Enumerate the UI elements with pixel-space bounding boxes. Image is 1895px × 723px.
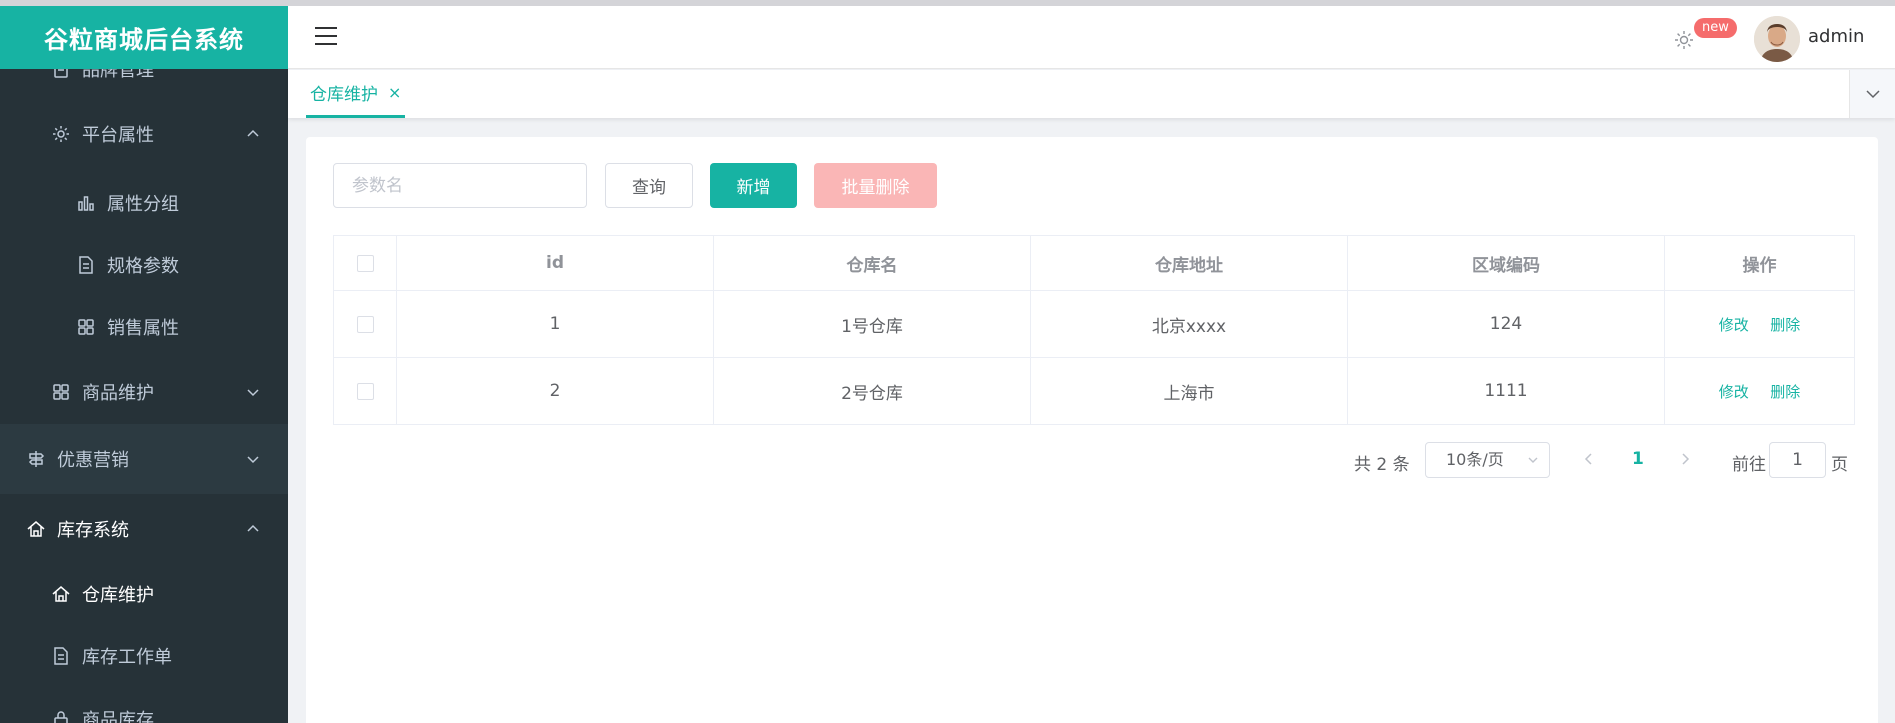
cell-name: 2号仓库 <box>713 357 1031 425</box>
chevron-down-icon <box>1865 90 1880 99</box>
page-size-select[interactable]: 10条/页 <box>1425 442 1550 478</box>
tab-warehouse-maintenance[interactable]: 仓库维护 × <box>306 70 406 118</box>
gear-icon <box>50 123 72 145</box>
sidebar-item-label: 仓库维护 <box>82 585 154 606</box>
sidebar-item-brand-management[interactable]: 品牌管理 <box>0 69 288 89</box>
param-name-search-input[interactable] <box>333 163 587 208</box>
hamburger-menu-icon[interactable] <box>315 27 337 47</box>
column-header-actions: 操作 <box>1664 235 1855 291</box>
home-icon <box>50 583 72 605</box>
cell-id: 1 <box>396 290 714 358</box>
total-count: 共 2 条 <box>1354 455 1410 475</box>
row-checkbox[interactable] <box>356 315 374 333</box>
row-select-cell <box>333 290 397 358</box>
chevron-up-icon <box>247 129 259 137</box>
sidebar-item-label: 优惠营销 <box>57 450 129 471</box>
sidebar-item-promotions[interactable]: 优惠营销 <box>0 424 288 494</box>
sidebar-item-label: 库存工作单 <box>82 647 172 668</box>
page-suffix-label: 页 <box>1831 455 1848 475</box>
cell-name: 1号仓库 <box>713 290 1031 358</box>
sidebar-item-label: 品牌管理 <box>82 69 154 81</box>
chevron-down-icon <box>247 456 259 464</box>
delete-link[interactable]: 删除 <box>1770 316 1800 334</box>
sidebar-menu: 品牌管理 平台属性 属性分组 规格参数 销售属性 商品维护 优惠营销 库存系统 … <box>0 69 288 723</box>
close-icon[interactable]: × <box>388 83 401 102</box>
main-card: 查询 新增 批量删除 id 仓库名 仓库地址 区域编码 操作 1 1号仓库 北京… <box>306 137 1878 723</box>
batch-delete-button[interactable]: 批量删除 <box>814 163 937 208</box>
sidebar-item-platform-attributes[interactable]: 平台属性 <box>0 109 288 159</box>
cell-actions: 修改 删除 <box>1664 290 1855 358</box>
top-header: new admin <box>288 6 1895 69</box>
table-row: 2 2号仓库 上海市 1111 修改 删除 <box>333 357 1855 425</box>
signpost-icon <box>25 448 47 470</box>
next-page-icon[interactable] <box>1678 452 1692 466</box>
cell-address: 北京xxxx <box>1030 290 1348 358</box>
new-badge: new <box>1694 18 1737 38</box>
row-checkbox[interactable] <box>356 382 374 400</box>
document-icon <box>75 254 97 276</box>
settings-gear-icon[interactable] <box>1672 28 1696 52</box>
table-header-row: id 仓库名 仓库地址 区域编码 操作 <box>333 235 1855 291</box>
cell-id: 2 <box>396 357 714 425</box>
sidebar: 谷粒商城后台系统 品牌管理 平台属性 属性分组 规格参数 销售属性 商品维护 优… <box>0 6 288 723</box>
row-select-cell <box>333 357 397 425</box>
home-icon <box>25 518 47 540</box>
column-header-name[interactable]: 仓库名 <box>713 235 1031 291</box>
select-all-checkbox[interactable] <box>356 254 374 272</box>
document-icon <box>50 69 72 80</box>
sidebar-item-sales-attributes[interactable]: 销售属性 <box>0 302 288 352</box>
sidebar-item-inventory-system[interactable]: 库存系统 <box>0 499 288 559</box>
sidebar-item-warehouse-maintenance[interactable]: 仓库维护 <box>0 569 288 619</box>
page-number-current[interactable]: 1 <box>1632 449 1644 469</box>
lock-icon <box>50 708 72 723</box>
chevron-up-icon <box>247 524 259 532</box>
table-row: 1 1号仓库 北京xxxx 124 修改 删除 <box>333 290 1855 358</box>
prev-page-icon[interactable] <box>1582 452 1596 466</box>
add-button[interactable]: 新增 <box>710 163 797 208</box>
tabs-bar: 仓库维护 × <box>288 70 1895 118</box>
select-all-cell <box>333 235 397 291</box>
edit-link[interactable]: 修改 <box>1719 383 1749 401</box>
pagination: 共 2 条 10条/页 1 前往 页 <box>306 442 1878 478</box>
sidebar-item-attribute-group[interactable]: 属性分组 <box>0 178 288 228</box>
goto-label: 前往 <box>1732 455 1766 475</box>
page-size-value: 10条/页 <box>1446 450 1504 469</box>
sidebar-item-label: 属性分组 <box>107 194 179 215</box>
sidebar-item-spec-params[interactable]: 规格参数 <box>0 240 288 290</box>
cell-actions: 修改 删除 <box>1664 357 1855 425</box>
column-header-address[interactable]: 仓库地址 <box>1030 235 1348 291</box>
grid-icon <box>75 316 97 338</box>
tabs-dropdown-button[interactable] <box>1849 70 1895 118</box>
sidebar-item-label: 库存系统 <box>57 520 129 541</box>
sidebar-item-label: 商品库存 <box>82 710 154 723</box>
cell-area-code: 1111 <box>1347 357 1665 425</box>
sidebar-item-inventory-worksheet[interactable]: 库存工作单 <box>0 631 288 681</box>
sidebar-item-label: 平台属性 <box>82 125 154 146</box>
tab-label: 仓库维护 <box>310 85 378 105</box>
column-header-id[interactable]: id <box>396 235 714 291</box>
document-icon <box>50 645 72 667</box>
sidebar-item-label: 销售属性 <box>107 318 179 339</box>
avatar[interactable] <box>1754 16 1800 62</box>
column-header-area-code[interactable]: 区域编码 <box>1347 235 1665 291</box>
bar-chart-icon <box>75 192 97 214</box>
sidebar-item-product-maintenance[interactable]: 商品维护 <box>0 367 288 417</box>
goto-page-input[interactable] <box>1769 442 1826 478</box>
username[interactable]: admin <box>1808 26 1864 47</box>
delete-link[interactable]: 删除 <box>1770 383 1800 401</box>
grid-icon <box>50 381 72 403</box>
edit-link[interactable]: 修改 <box>1719 316 1749 334</box>
chevron-down-icon <box>247 389 259 397</box>
sidebar-item-product-inventory[interactable]: 商品库存 <box>0 694 288 723</box>
sidebar-item-label: 商品维护 <box>82 383 154 404</box>
app-logo-title: 谷粒商城后台系统 <box>0 6 288 69</box>
warehouse-table: id 仓库名 仓库地址 区域编码 操作 1 1号仓库 北京xxxx 124 修改… <box>333 235 1855 425</box>
cell-address: 上海市 <box>1030 357 1348 425</box>
cell-area-code: 124 <box>1347 290 1665 358</box>
chevron-down-icon <box>1528 457 1538 463</box>
sidebar-item-label: 规格参数 <box>107 256 179 277</box>
query-button[interactable]: 查询 <box>605 163 693 208</box>
